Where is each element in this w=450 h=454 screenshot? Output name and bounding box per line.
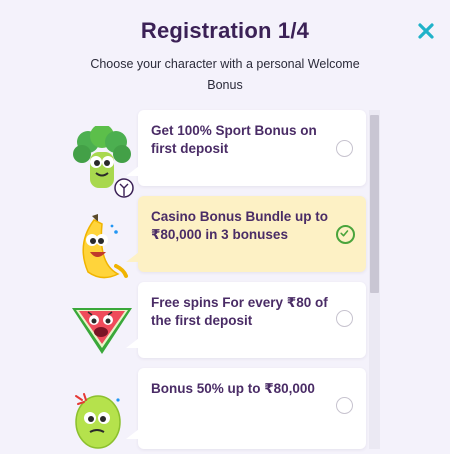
bonus-option-casino[interactable]: Casino Bonus Bundle up to ₹80,000 in 3 b…: [0, 196, 370, 279]
bonus-card[interactable]: Free spins For every ₹80 of the first de…: [126, 282, 366, 358]
bonus-option-bonus-50[interactable]: Bonus 50% up to ₹80,000: [0, 368, 370, 449]
radio-button[interactable]: [336, 397, 353, 414]
checkmark-icon: [340, 230, 349, 237]
bonus-options-list[interactable]: Get 100% Sport Bonus on first deposit Ca…: [0, 110, 450, 449]
bonus-option-sport[interactable]: Get 100% Sport Bonus on first deposit: [0, 110, 370, 198]
bonus-card-selected[interactable]: Casino Bonus Bundle up to ₹80,000 in 3 b…: [126, 196, 366, 272]
scrollbar-thumb[interactable]: [370, 115, 379, 293]
bonus-option-free-spins[interactable]: Free spins For every ₹80 of the first de…: [0, 282, 370, 358]
bonus-text: Get 100% Sport Bonus on first deposit: [151, 123, 317, 156]
radio-button-checked[interactable]: [336, 225, 355, 244]
radio-button[interactable]: [336, 310, 353, 327]
radio-button[interactable]: [336, 140, 353, 157]
bonus-text: Bonus 50% up to ₹80,000: [151, 381, 315, 396]
close-icon[interactable]: [417, 22, 435, 40]
broccoli-character-icon: [73, 126, 134, 198]
bonus-text: Casino Bonus Bundle up to ₹80,000 in 3 b…: [151, 209, 328, 242]
bonus-card[interactable]: Bonus 50% up to ₹80,000: [126, 368, 366, 449]
scrollbar[interactable]: [369, 110, 380, 449]
registration-subtitle: Choose your character with a personal We…: [90, 57, 360, 92]
watermelon-character-icon: [72, 308, 132, 354]
bonus-card[interactable]: Get 100% Sport Bonus on first deposit: [126, 110, 366, 186]
banana-character-icon: [82, 214, 128, 279]
bonus-text: Free spins For every ₹80 of the first de…: [151, 295, 328, 328]
lemon-character-icon: [75, 393, 121, 449]
registration-title: Registration 1/4: [140, 18, 310, 43]
